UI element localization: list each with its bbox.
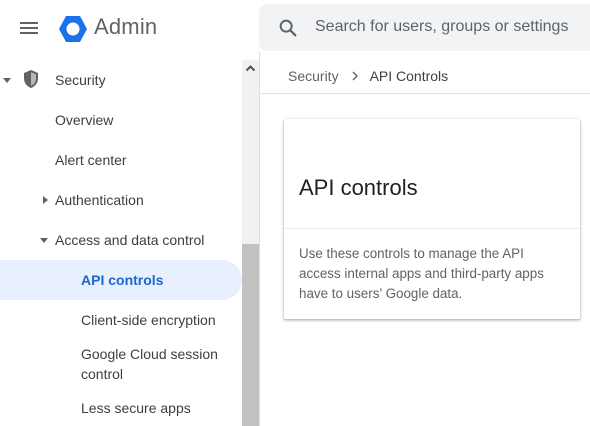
chevron-up-icon	[245, 65, 256, 72]
sidebar-item-alert-center[interactable]: Alert center	[0, 140, 242, 180]
main-menu-button[interactable]	[15, 16, 43, 40]
sidebar-nav: Security Overview Alert center Authentic…	[0, 60, 259, 426]
sidebar-item-authentication[interactable]: Authentication	[0, 180, 242, 220]
main-content: Security API Controls API controls Use t…	[259, 52, 590, 426]
search-icon[interactable]	[277, 17, 299, 39]
sidebar-item-label: API controls	[81, 272, 164, 288]
api-controls-card[interactable]: API controls Use these controls to manag…	[284, 119, 580, 319]
sidebar-scrollbar[interactable]	[242, 60, 259, 426]
sidebar-item-api-controls[interactable]: API controls	[0, 260, 242, 300]
card-divider	[284, 228, 580, 229]
sidebar-item-label: Alert center	[55, 152, 127, 168]
shield-icon	[24, 70, 38, 88]
hamburger-icon	[20, 22, 38, 34]
admin-logo-icon[interactable]	[57, 13, 89, 45]
sidebar-item-label: Client-side encryption	[81, 312, 216, 328]
card-description: Use these controls to manage the API acc…	[299, 246, 544, 301]
chevron-down-icon[interactable]	[40, 238, 48, 243]
chevron-right-icon	[352, 71, 358, 81]
scroll-up-button[interactable]	[242, 60, 259, 77]
sidebar-item-label: Overview	[55, 112, 114, 128]
sidebar-item-less-secure-apps[interactable]: Less secure apps	[0, 388, 242, 426]
sidebar-item-label: Less secure apps	[81, 400, 191, 416]
breadcrumb-security-link[interactable]: Security	[288, 68, 339, 84]
chevron-right-icon[interactable]	[43, 196, 48, 204]
scroll-thumb[interactable]	[242, 244, 259, 426]
brand-title[interactable]: Admin	[94, 14, 157, 40]
breadcrumb: Security API Controls	[288, 68, 448, 84]
sidebar-item-label: Google Cloud session control	[81, 346, 218, 382]
expand-caret-icon[interactable]	[3, 78, 11, 83]
sidebar-item-security[interactable]: Security	[0, 60, 242, 100]
sidebar-item-label: Authentication	[55, 192, 144, 208]
search-input[interactable]	[315, 14, 590, 40]
card-title: API controls	[299, 175, 418, 200]
header-divider	[260, 93, 590, 94]
sidebar-item-google-cloud-session-control[interactable]: Google Cloud session control	[0, 340, 242, 388]
sidebar-item-label: Security	[55, 72, 106, 88]
sidebar-item-access-and-data-control[interactable]: Access and data control	[0, 220, 242, 260]
sidebar-item-client-side-encryption[interactable]: Client-side encryption	[0, 300, 242, 340]
sidebar-item-overview[interactable]: Overview	[0, 100, 242, 140]
breadcrumb-current: API Controls	[369, 68, 449, 84]
sidebar-item-label: Access and data control	[55, 232, 205, 248]
search-bar[interactable]	[259, 4, 590, 51]
